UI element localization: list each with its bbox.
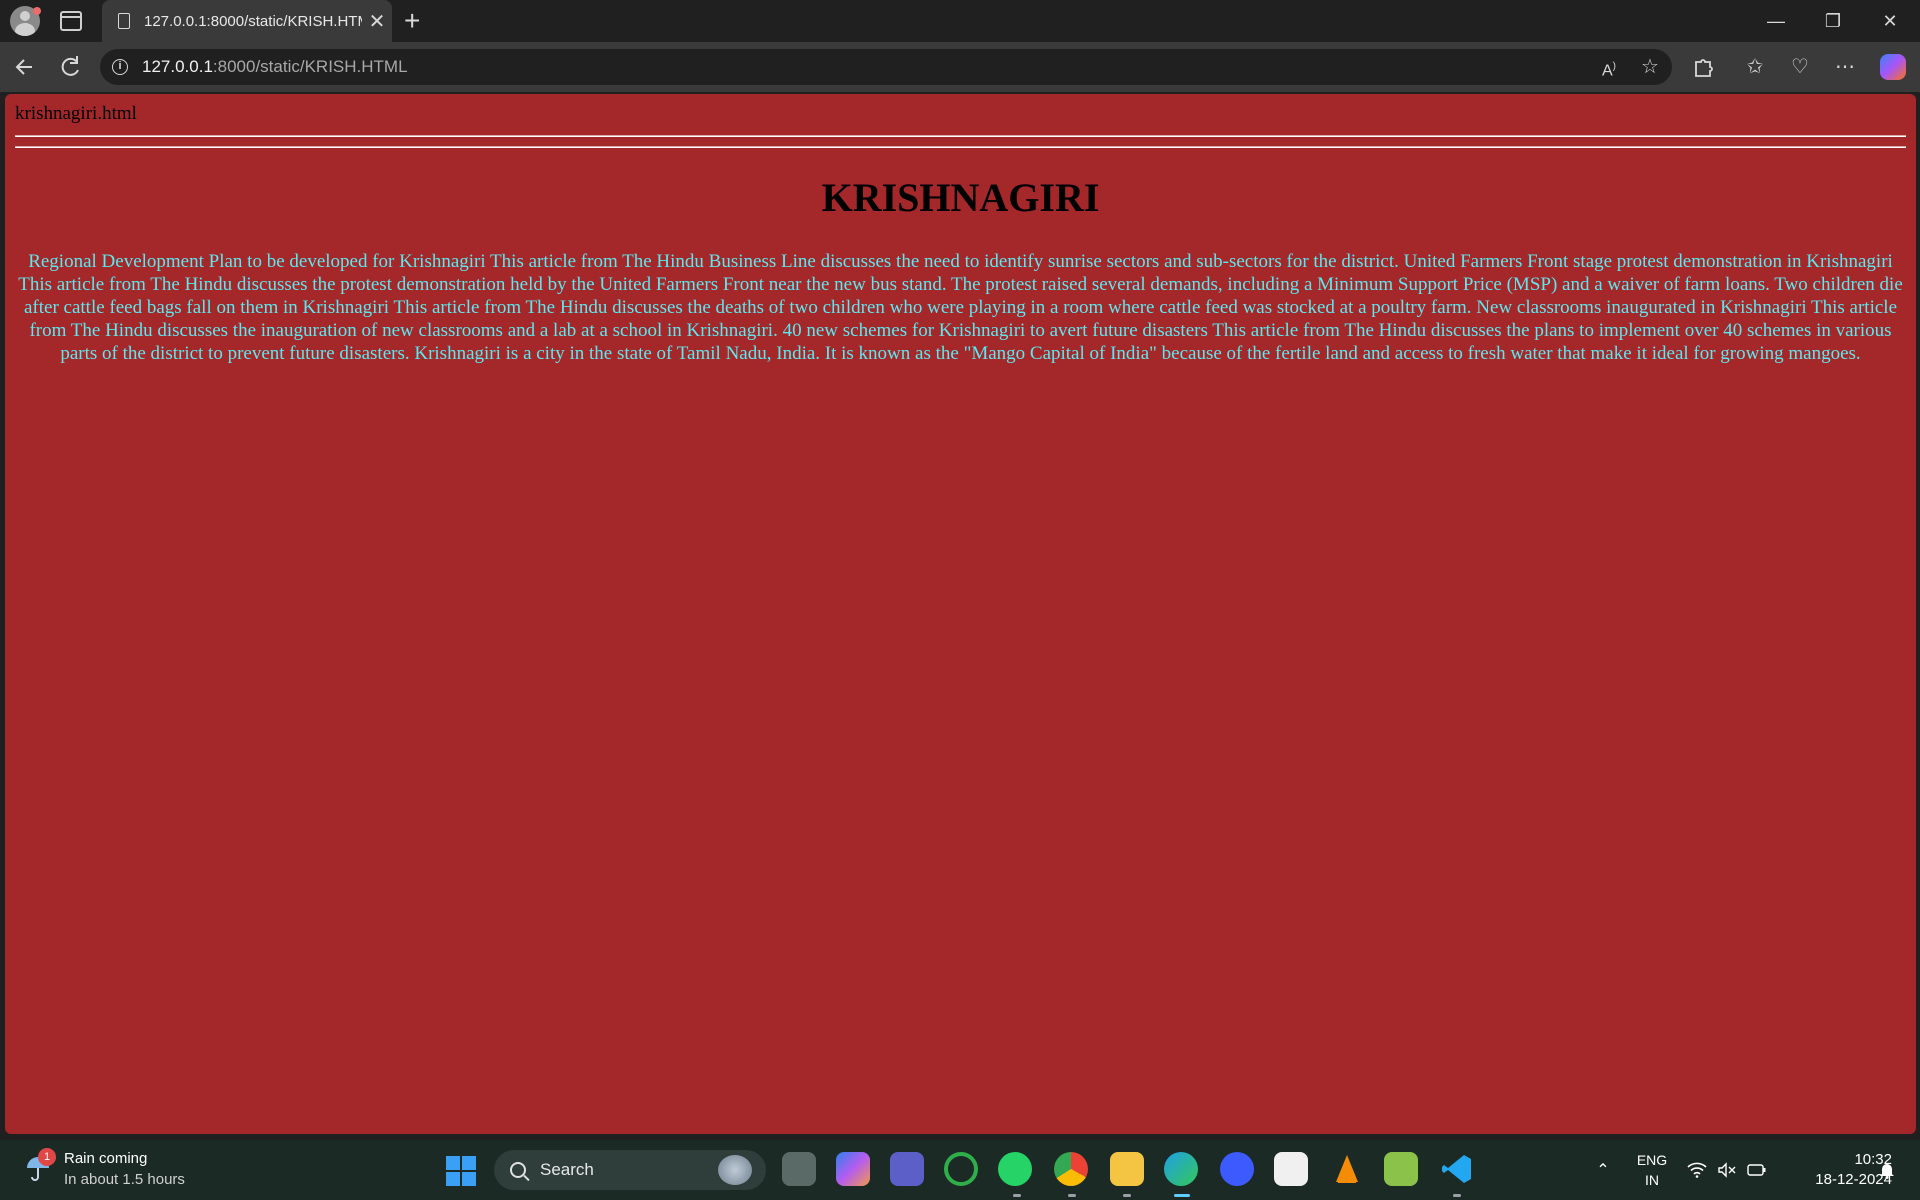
favorite-star-icon[interactable]: ☆	[1635, 53, 1665, 81]
browser-essentials-icon[interactable]: ♡	[1785, 52, 1815, 82]
running-indicator	[1123, 1194, 1131, 1197]
language-indicator[interactable]: ENG IN	[1632, 1150, 1672, 1190]
file-label: krishnagiri.html	[15, 103, 137, 124]
microsoft-store-icon[interactable]	[1274, 1152, 1308, 1186]
active-indicator	[1174, 1194, 1190, 1197]
notepad-plus-icon[interactable]	[1384, 1152, 1418, 1186]
wifi-icon[interactable]	[1684, 1140, 1710, 1200]
battery-icon[interactable]	[1744, 1140, 1770, 1200]
language-region: IN	[1645, 1172, 1659, 1188]
weather-title[interactable]: Rain coming	[64, 1150, 147, 1167]
back-icon[interactable]	[10, 52, 40, 82]
address-bar[interactable]: i 127.0.0.1:8000/static/KRISH.HTML A) ☆	[100, 49, 1672, 85]
page-title: KRISHNAGIRI	[821, 175, 1100, 220]
article-text: Regional Development Plan to be develope…	[18, 251, 1903, 364]
chrome-icon[interactable]	[1054, 1152, 1088, 1186]
refresh-icon[interactable]	[55, 52, 85, 82]
copilot-icon[interactable]	[1880, 54, 1906, 80]
language-code: ENG	[1636, 1152, 1668, 1168]
divider	[15, 146, 1906, 148]
page-viewport: krishnagiri.html KRISHNAGIRI Regional De…	[5, 94, 1916, 1134]
browser-titlebar: 127.0.0.1:8000/static/KRISH.HTML ✕ + — ❐…	[0, 0, 1920, 42]
info-icon[interactable]: i	[112, 59, 128, 75]
browser-toolbar: i 127.0.0.1:8000/static/KRISH.HTML A) ☆ …	[0, 42, 1920, 92]
extensions-icon[interactable]	[1688, 52, 1718, 82]
search-label: Search	[540, 1160, 594, 1179]
weather-badge: 1	[38, 1148, 56, 1166]
running-indicator	[1453, 1194, 1461, 1197]
notification-bell-icon[interactable]	[1874, 1140, 1900, 1200]
new-tab-button[interactable]: +	[404, 5, 420, 37]
ring-app-icon[interactable]	[944, 1152, 978, 1186]
tab-active[interactable]: 127.0.0.1:8000/static/KRISH.HTML ✕	[102, 0, 392, 42]
volume-muted-icon[interactable]	[1714, 1140, 1740, 1200]
chevron-up-icon[interactable]: ⌃	[1590, 1140, 1616, 1200]
tab-close-icon[interactable]: ✕	[362, 9, 392, 34]
affinity-icon[interactable]	[1220, 1152, 1254, 1186]
copilot-app-icon[interactable]	[836, 1152, 870, 1186]
profile-status-dot	[33, 7, 41, 15]
favorites-icon[interactable]: ✩	[1740, 52, 1770, 82]
vscode-icon[interactable]	[1440, 1152, 1474, 1186]
whatsapp-icon[interactable]	[998, 1152, 1032, 1186]
file-icon	[118, 13, 130, 29]
tab-actions-icon[interactable]	[60, 11, 82, 31]
running-indicator	[1013, 1194, 1021, 1197]
restore-button[interactable]: ❐	[1805, 0, 1861, 42]
tab-title: 127.0.0.1:8000/static/KRISH.HTML	[144, 12, 362, 30]
minimize-button[interactable]: —	[1748, 0, 1804, 42]
divider	[15, 135, 1906, 137]
running-indicator	[1068, 1194, 1076, 1197]
windows-start-icon[interactable]	[446, 1156, 476, 1186]
weather-subtitle[interactable]: In about 1.5 hours	[64, 1171, 185, 1188]
more-icon[interactable]: ⋯	[1830, 52, 1860, 82]
url-host: 127.0.0.1	[142, 57, 213, 76]
read-aloud-icon[interactable]: A)	[1594, 53, 1624, 85]
task-view-icon[interactable]	[782, 1152, 816, 1186]
taskbar-search[interactable]: Search	[494, 1150, 766, 1190]
taskbar: 1 Rain coming In about 1.5 hours Search …	[0, 1140, 1920, 1200]
file-explorer-icon[interactable]	[1110, 1152, 1144, 1186]
url-path: :8000/static/KRISH.HTML	[212, 57, 408, 76]
close-window-button[interactable]: ✕	[1862, 0, 1918, 42]
search-icon	[510, 1162, 526, 1178]
search-highlight-icon	[718, 1155, 752, 1185]
edge-icon[interactable]	[1164, 1152, 1198, 1186]
vlc-icon[interactable]	[1330, 1152, 1364, 1186]
teams-icon[interactable]	[890, 1152, 924, 1186]
